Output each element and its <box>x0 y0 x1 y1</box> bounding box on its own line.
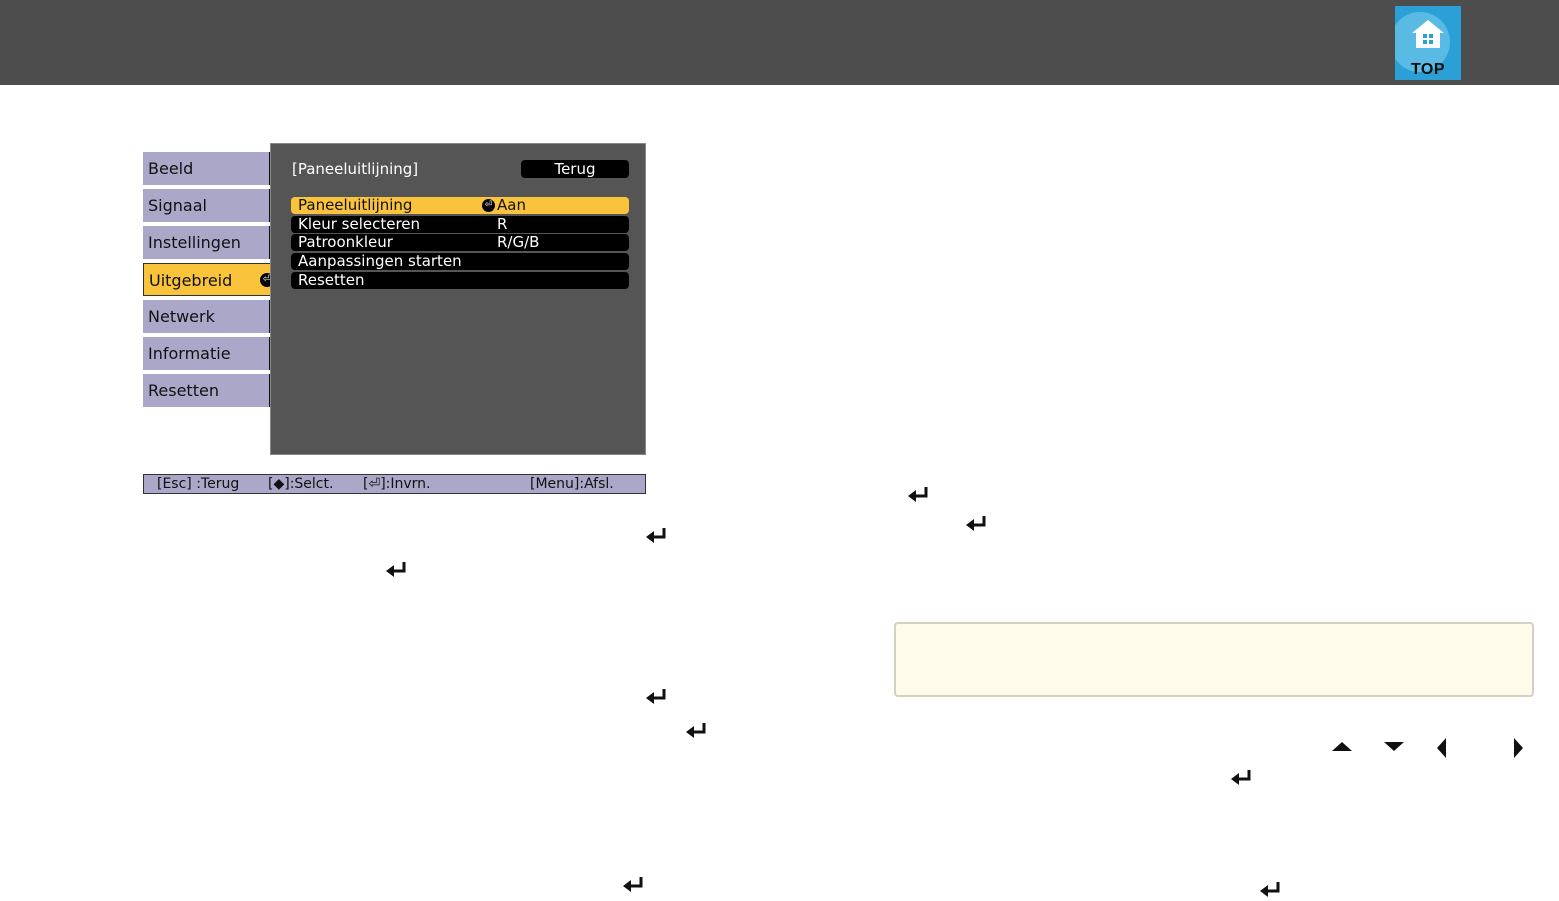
arrow-left-icon <box>1437 738 1446 758</box>
tab-beeld[interactable]: Beeld <box>143 152 269 185</box>
menu-row-aanpassingen-starten[interactable]: Aanpassingen starten <box>291 253 629 270</box>
menu-row-kleur-selecteren[interactable]: Kleur selecteren R <box>291 216 629 233</box>
tab-uitgebreid[interactable]: Uitgebreid ⏎ <box>143 263 281 296</box>
menu-row-resetten[interactable]: Resetten <box>291 272 629 289</box>
top-button-label: TOP <box>1410 61 1446 78</box>
osd-submenu-panel <box>270 143 646 455</box>
enter-icon: ⏎ <box>482 199 495 212</box>
row-value: R/G/B <box>497 233 540 251</box>
back-button[interactable]: Terug <box>521 160 629 178</box>
tab-label: Informatie <box>148 344 231 363</box>
enter-icon <box>646 689 668 705</box>
tab-signaal[interactable]: Signaal <box>143 189 269 222</box>
submenu-title: [Paneeluitlijning] <box>292 160 419 178</box>
row-value: R <box>497 215 508 233</box>
tab-label: Signaal <box>148 196 207 215</box>
select-hint: [◆]:Selct. <box>268 476 334 492</box>
tab-label: Netwerk <box>148 307 215 326</box>
row-label: Kleur selecteren <box>298 215 421 233</box>
tab-label: Resetten <box>148 381 219 400</box>
menu-row-paneeluitlijning[interactable]: Paneeluitlijning ⏎ Aan <box>291 197 629 214</box>
enter-icon <box>1231 770 1253 786</box>
tab-netwerk[interactable]: Netwerk <box>143 300 269 333</box>
row-value: Aan <box>497 196 526 214</box>
tab-resetten[interactable]: Resetten <box>143 374 269 407</box>
tab-label: Beeld <box>148 159 194 178</box>
row-label: Patroonkleur <box>298 233 393 251</box>
enter-hint: [⏎]:Invrn. <box>363 476 431 492</box>
header-bar <box>0 0 1559 85</box>
enter-icon <box>908 487 930 503</box>
tab-informatie[interactable]: Informatie <box>143 337 269 370</box>
arrow-up-icon <box>1332 742 1352 751</box>
home-icon <box>1412 20 1444 48</box>
osd-key-guide: [Esc] :Terug [◆]:Selct. [⏎]:Invrn. [Menu… <box>143 474 646 494</box>
menu-hint: [Menu]:Afsl. <box>530 476 614 492</box>
enter-icon <box>686 723 708 739</box>
arrow-right-icon <box>1514 738 1523 758</box>
tab-label: Uitgebreid <box>149 271 233 290</box>
esc-hint: [Esc] :Terug <box>157 476 240 492</box>
tab-label: Instellingen <box>148 233 241 252</box>
note-box <box>894 622 1534 697</box>
enter-icon <box>623 877 645 893</box>
top-button[interactable]: TOP <box>1395 6 1461 80</box>
enter-icon <box>646 528 668 544</box>
enter-icon <box>966 516 988 532</box>
menu-row-patroonkleur[interactable]: Patroonkleur R/G/B <box>291 234 629 251</box>
row-label: Paneeluitlijning <box>298 196 413 214</box>
enter-icon <box>1260 882 1282 898</box>
row-label: Resetten <box>298 271 365 289</box>
tab-instellingen[interactable]: Instellingen <box>143 226 269 259</box>
arrow-down-icon <box>1384 742 1404 751</box>
enter-icon <box>386 562 408 578</box>
row-label: Aanpassingen starten <box>298 252 462 270</box>
